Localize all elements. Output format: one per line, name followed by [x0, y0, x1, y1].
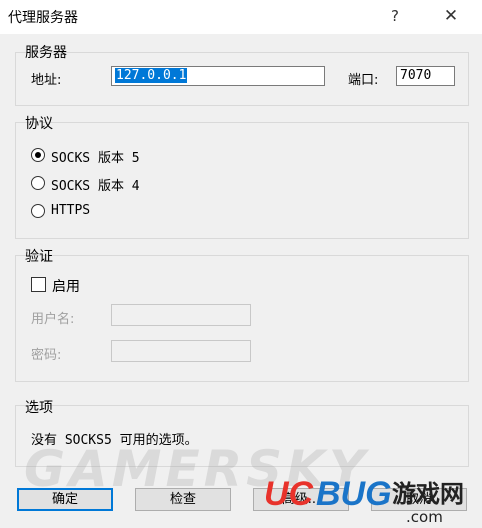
password-label: 密码: [31, 348, 62, 363]
port-label: 端口: [348, 73, 379, 88]
radio-socks4-label: SOCKS 版本 4 [51, 179, 140, 194]
window-title: 代理服务器 [8, 10, 78, 26]
radio-https-indicator[interactable] [31, 204, 45, 218]
ok-button[interactable]: 确定 [17, 488, 113, 511]
protocol-group-label: 协议 [25, 116, 53, 132]
server-group-label: 服务器 [25, 45, 67, 61]
help-button[interactable]: ? [382, 4, 408, 28]
username-label: 用户名: [31, 312, 75, 327]
options-group-label: 选项 [25, 400, 53, 416]
auth-group-label: 验证 [25, 249, 53, 265]
username-input[interactable] [111, 304, 251, 326]
radio-socks5-label: SOCKS 版本 5 [51, 151, 140, 166]
cancel-button[interactable]: 取消 [371, 488, 467, 511]
address-input[interactable]: 127.0.0.1 [111, 66, 325, 86]
password-input[interactable] [111, 340, 251, 362]
check-button[interactable]: 检查 [135, 488, 231, 511]
enable-auth-checkbox[interactable] [31, 277, 46, 292]
address-label: 地址: [31, 73, 62, 88]
enable-auth-label: 启用 [52, 279, 80, 295]
title-bar: 代理服务器 ? ✕ [0, 0, 482, 34]
options-text: 没有 SOCKS5 可用的选项。 [31, 433, 198, 448]
advanced-button[interactable]: 高级... [253, 488, 349, 511]
close-button[interactable]: ✕ [438, 4, 464, 28]
radio-socks4-indicator[interactable] [31, 176, 45, 190]
port-input[interactable]: 7070 [396, 66, 455, 86]
address-value: 127.0.0.1 [115, 68, 188, 83]
radio-socks5-indicator[interactable] [31, 148, 45, 162]
radio-https-label: HTTPS [51, 203, 91, 218]
